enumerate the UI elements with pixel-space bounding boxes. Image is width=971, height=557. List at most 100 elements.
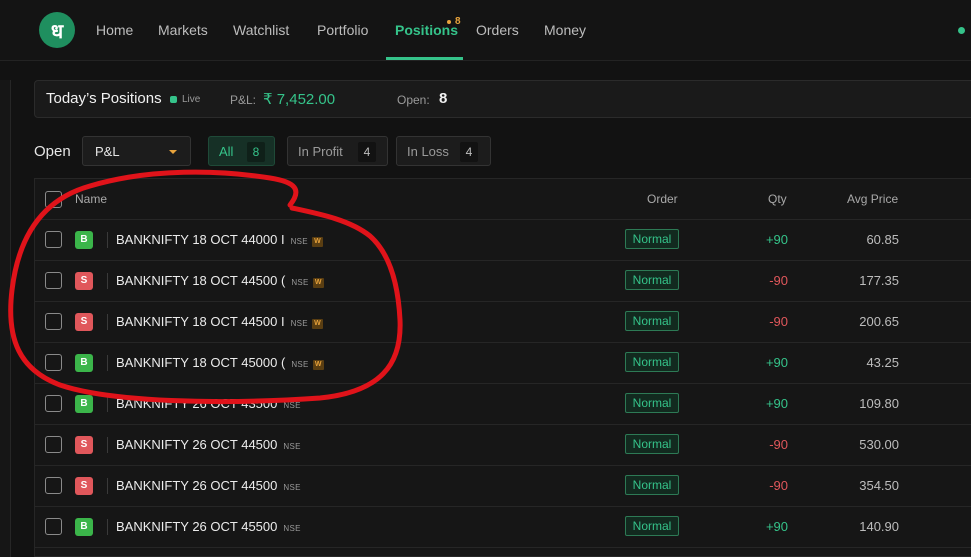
row-checkbox[interactable]: [45, 477, 62, 494]
instrument-label: BANKNIFTY 18 OCT 44000 I: [116, 232, 285, 247]
column-header-avg-price[interactable]: Avg Price: [847, 192, 898, 206]
quantity-value: +90: [765, 355, 788, 370]
side-badge: S: [75, 477, 93, 495]
divider: [107, 437, 108, 453]
weekly-expiry-icon: W: [312, 360, 324, 370]
live-label: Live: [182, 94, 201, 105]
nav-markets[interactable]: Markets: [158, 22, 208, 38]
row-checkbox[interactable]: [45, 518, 62, 535]
pnl-label: P&L:: [230, 93, 257, 107]
side-badge: S: [75, 436, 93, 454]
order-type-badge: Normal: [625, 270, 679, 290]
order-type-badge: Normal: [625, 311, 679, 331]
filter-chip-in-loss-label: In Loss: [407, 144, 449, 159]
nav-portfolio[interactable]: Portfolio: [317, 22, 368, 38]
quantity-value: -90: [769, 273, 788, 288]
side-badge: S: [75, 272, 93, 290]
filter-chip-all-count: 8: [247, 142, 265, 162]
row-checkbox[interactable]: [45, 231, 62, 248]
filter-chip-in-profit[interactable]: In Profit 4: [287, 136, 388, 166]
sort-select-value: P&L: [95, 144, 120, 159]
filter-chip-in-profit-label: In Profit: [298, 144, 343, 159]
nav-watchlist[interactable]: Watchlist: [233, 22, 289, 38]
instrument-name[interactable]: BANKNIFTY 26 OCT 44500 NSE: [116, 437, 301, 452]
filter-chip-in-loss[interactable]: In Loss 4: [396, 136, 491, 166]
divider: [107, 314, 108, 330]
table-row[interactable]: B BANKNIFTY 18 OCT 45000 (NSE W Normal +90 43…: [35, 342, 971, 384]
nav-home[interactable]: Home: [96, 22, 133, 38]
positions-summary-bar: Today’s Positions Live P&L: ₹ 7,452.00 O…: [34, 80, 971, 118]
row-checkbox[interactable]: [45, 436, 62, 453]
positions-count-badge: 8: [455, 16, 461, 27]
table-row[interactable]: B BANKNIFTY 26 OCT 45500 NSE Normal +90 140.9…: [35, 506, 971, 548]
open-positions-count: 8: [439, 90, 448, 107]
exchange-label: NSE: [291, 360, 309, 369]
quantity-value: -90: [769, 314, 788, 329]
instrument-name[interactable]: BANKNIFTY 18 OCT 45000 ( NSE W: [116, 355, 324, 370]
weekly-expiry-icon: W: [311, 237, 323, 247]
avg-price-value: 60.85: [866, 232, 899, 247]
divider: [107, 478, 108, 494]
table-row[interactable]: S BANKNIFTY 18 OCT 44500 (NSE W Normal -90 17…: [35, 260, 971, 302]
order-type-badge: Normal: [625, 475, 679, 495]
avg-price-value: 354.50: [859, 478, 899, 493]
side-badge: B: [75, 518, 93, 536]
column-header-qty[interactable]: Qty: [768, 192, 787, 206]
row-checkbox[interactable]: [45, 313, 62, 330]
open-positions-label: Open:: [397, 93, 430, 107]
table-row[interactable]: B BANKNIFTY 18 OCT 44000 I NSE W Normal +90 60…: [35, 219, 971, 261]
nav-orders[interactable]: Orders: [476, 22, 519, 38]
exchange-label: NSE: [283, 442, 301, 451]
filter-chip-all[interactable]: All 8: [208, 136, 275, 166]
positions-table: Name Order Qty Avg Price B BANKNIFTY 18 O…: [34, 178, 971, 557]
filter-chip-in-profit-count: 4: [358, 142, 376, 162]
avg-price-value: 200.65: [859, 314, 899, 329]
avg-price-value: 530.00: [859, 437, 899, 452]
row-checkbox[interactable]: [45, 272, 62, 289]
table-header: Name Order Qty Avg Price: [35, 179, 971, 220]
active-tab-underline: [386, 57, 463, 60]
sort-select[interactable]: P&L: [82, 136, 191, 166]
instrument-name[interactable]: BANKNIFTY 18 OCT 44500 (NSE W: [116, 273, 324, 288]
chevron-down-icon: [169, 150, 177, 154]
instrument-label: BANKNIFTY 18 OCT 44500 (: [116, 273, 286, 288]
table-row[interactable]: S BANKNIFTY 26 OCT 44500 NSE Normal -90 354.5…: [35, 465, 971, 507]
filter-chip-in-loss-count: 4: [460, 142, 478, 162]
order-type-badge: Normal: [625, 434, 679, 454]
avg-price-value: 140.90: [859, 519, 899, 534]
instrument-label: BANKNIFTY 26 OCT 44500: [116, 478, 278, 493]
weekly-expiry-icon: W: [312, 278, 324, 288]
quantity-value: -90: [769, 437, 788, 452]
instrument-label: BANKNIFTY 26 OCT 43500: [116, 396, 278, 411]
nav-money[interactable]: Money: [544, 22, 586, 38]
row-checkbox[interactable]: [45, 354, 62, 371]
instrument-name[interactable]: BANKNIFTY 18 OCT 44000 I NSE W: [116, 232, 323, 247]
instrument-name[interactable]: BANKNIFTY 26 OCT 44500 NSE: [116, 478, 301, 493]
avg-price-value: 109.80: [859, 396, 899, 411]
left-panel-edge: [0, 80, 11, 557]
select-all-checkbox[interactable]: [45, 191, 62, 208]
table-row[interactable]: B BANKNIFTY 26 OCT 43500 NSE Normal +90 109.8…: [35, 383, 971, 425]
instrument-label: BANKNIFTY 26 OCT 44500: [116, 437, 278, 452]
column-header-name[interactable]: Name: [75, 192, 107, 206]
instrument-name[interactable]: BANKNIFTY 26 OCT 43500 NSE: [116, 396, 301, 411]
exchange-label: NSE: [283, 401, 301, 410]
divider: [107, 396, 108, 412]
instrument-name[interactable]: BANKNIFTY 26 OCT 45500 NSE: [116, 519, 301, 534]
exchange-label: NSE: [290, 319, 308, 328]
divider: [107, 273, 108, 289]
avg-price-value: 177.35: [859, 273, 899, 288]
exchange-label: NSE: [283, 524, 301, 533]
row-checkbox[interactable]: [45, 395, 62, 412]
dhan-logo-icon[interactable]: ध: [39, 12, 75, 48]
instrument-label: BANKNIFTY 18 OCT 45000 (: [116, 355, 286, 370]
page-title: Today’s Positions: [46, 90, 162, 107]
table-row[interactable]: S BANKNIFTY 18 OCT 44500 I NSE W Normal -90 20…: [35, 301, 971, 343]
table-row[interactable]: S BANKNIFTY 26 OCT 44500 NSE Normal -90 530.0…: [35, 424, 971, 466]
nav-positions[interactable]: Positions: [395, 22, 458, 38]
instrument-name[interactable]: BANKNIFTY 18 OCT 44500 I NSE W: [116, 314, 323, 329]
positions-badge-dot: [447, 20, 451, 24]
instrument-label: BANKNIFTY 18 OCT 44500 I: [116, 314, 285, 329]
column-header-order[interactable]: Order: [647, 192, 678, 206]
order-type-badge: Normal: [625, 352, 679, 372]
